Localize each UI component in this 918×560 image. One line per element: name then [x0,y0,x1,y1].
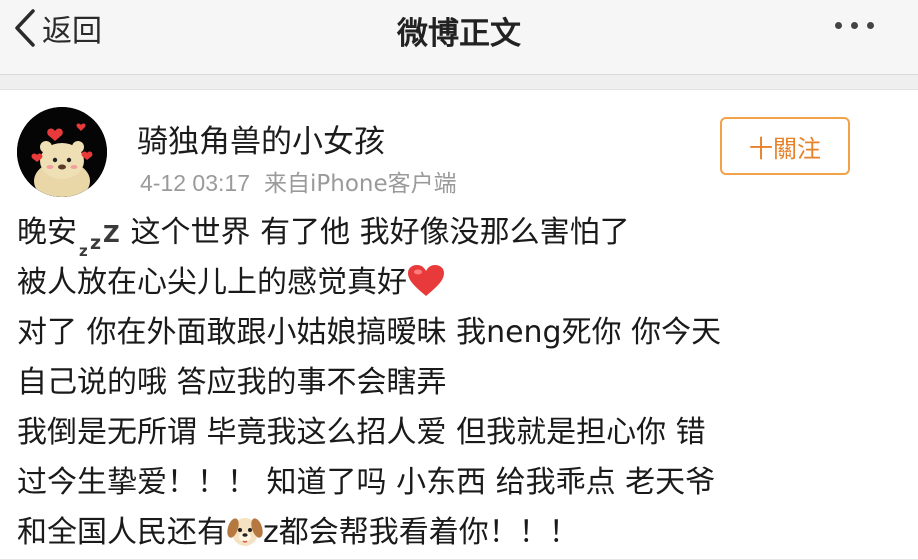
avatar-image [17,107,107,197]
follow-button[interactable]: 十關注 [720,117,850,175]
page-title: 微博正文 [397,16,521,52]
post-line: 我倒是无所谓 毕竟我这么招人爱 但我就是担心你 错 [17,415,706,450]
post-line: 过今生挚爱！！！ 知道了吗 小东西 给我乖点 老天爷 [17,465,716,500]
section-divider [0,75,918,90]
dog-face-emoji [227,518,263,546]
text-segment: 这个世界 有了他 我好像没那么害怕了 [121,215,630,250]
post-line: 对了 你在外面敢跟小姑娘搞暧昧 我neng死你 你今天 [17,315,722,350]
author-name[interactable]: 骑独角兽的小女孩 [137,116,385,161]
text-segment: 和全国人民还有 [17,515,227,550]
text-segment: 晚安 [17,215,77,250]
text-segment: 被人放在心尖儿上的感觉真好 [17,265,407,300]
post-content: 晚安 z z Z 这个世界 有了他 我好像没那么害怕了 被人放在心尖儿上的感觉真好 对… [17,208,907,558]
red-heart-emoji [408,265,444,296]
post-line: 自己说的哦 答应我的事不会瞎弄 [17,365,447,400]
more-dots-icon[interactable] [835,22,874,29]
post-line: 晚安 z z Z 这个世界 有了他 我好像没那么害怕了 [17,208,907,260]
avatar[interactable] [17,107,107,197]
dot [835,22,842,29]
post-source: 来自iPhone客户端 [263,171,457,197]
post-time: 4-12 03:17 [140,170,250,196]
dot [867,22,874,29]
top-navigation-bar: 返回 微博正文 [0,0,918,75]
dot [851,22,858,29]
post-line: 和全国人民还有 z都会帮我看着你！！！ [17,508,907,558]
text-segment: z都会帮我看着你！！！ [263,515,579,550]
post-meta: 4-12 03:17 来自iPhone客户端 [140,164,457,198]
zzz-sleep-emoji: zzZ [79,222,120,260]
post-line: 被人放在心尖儿上的感觉真好 [17,258,907,308]
